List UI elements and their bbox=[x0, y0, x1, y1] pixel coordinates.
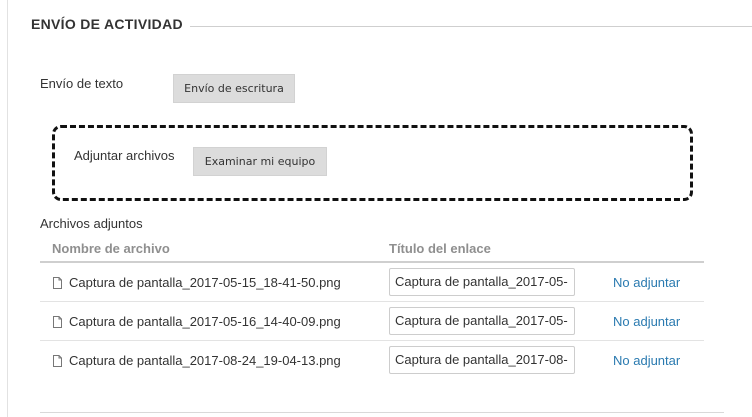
link-title-input[interactable]: Captura de pantalla_2017-05- bbox=[389, 307, 575, 335]
section-title: ENVÍO DE ACTIVIDAD bbox=[31, 16, 183, 32]
attachments-heading: Archivos adjuntos bbox=[40, 216, 143, 231]
detach-link[interactable]: No adjuntar bbox=[613, 353, 680, 368]
table-row: Captura de pantalla_2017-05-15_18-41-50.… bbox=[40, 263, 704, 302]
bottom-divider bbox=[40, 412, 724, 413]
table-row: Captura de pantalla_2017-05-16_14-40-09.… bbox=[40, 302, 704, 341]
text-submission-label: Envío de texto bbox=[40, 76, 124, 91]
link-title-input[interactable]: Captura de pantalla_2017-05- bbox=[389, 268, 575, 296]
left-divider bbox=[7, 0, 8, 417]
detach-link[interactable]: No adjuntar bbox=[613, 275, 680, 290]
column-header-link-title: Título del enlace bbox=[389, 241, 491, 256]
attach-files-highlight bbox=[52, 125, 693, 201]
file-icon bbox=[53, 277, 62, 289]
file-name: Captura de pantalla_2017-05-16_14-40-09.… bbox=[69, 314, 341, 329]
column-header-file-name: Nombre de archivo bbox=[52, 241, 170, 256]
file-name: Captura de pantalla_2017-05-15_18-41-50.… bbox=[69, 275, 341, 290]
attach-files-label: Adjuntar archivos bbox=[74, 148, 175, 163]
file-name: Captura de pantalla_2017-08-24_19-04-13.… bbox=[69, 353, 341, 368]
link-title-input[interactable]: Captura de pantalla_2017-08- bbox=[389, 346, 575, 374]
file-icon bbox=[53, 316, 62, 328]
write-submission-button[interactable]: Envío de escritura bbox=[173, 74, 295, 103]
file-icon bbox=[53, 355, 62, 367]
browse-computer-button[interactable]: Examinar mi equipo bbox=[193, 147, 327, 176]
title-divider bbox=[190, 26, 752, 27]
table-row: Captura de pantalla_2017-08-24_19-04-13.… bbox=[40, 341, 704, 380]
activity-submission-page: ENVÍO DE ACTIVIDAD Envío de texto Envío … bbox=[0, 0, 752, 417]
detach-link[interactable]: No adjuntar bbox=[613, 314, 680, 329]
